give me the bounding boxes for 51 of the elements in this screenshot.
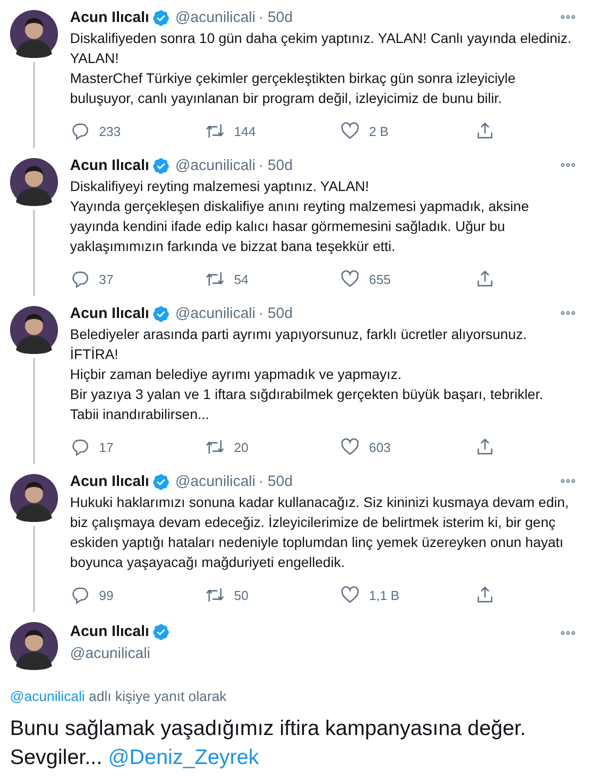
- author-name[interactable]: Acun Ilıcalı: [70, 622, 150, 642]
- like-count: 2 B: [369, 124, 389, 138]
- author-handle[interactable]: @acunilicali: [175, 8, 256, 28]
- share-icon[interactable]: [475, 585, 495, 605]
- reply-icon[interactable]: [70, 437, 90, 457]
- author-handle[interactable]: @acunilicali: [175, 472, 256, 492]
- heart-icon[interactable]: [340, 121, 360, 141]
- tweet-time[interactable]: · 50d: [258, 472, 293, 492]
- share-icon[interactable]: [475, 269, 495, 289]
- tweet-text: Diskalifiyeyi reyting malzemesi yaptınız. YALAN! Yayında gerçekleşen diskalifiye anını reyting malzemesi yapmadık, aksine yayında kendini ifade edip kalıcı hasar görmemesini sağladık. Uğur bu yaklaşımımızın farkında ve bizzat bana teşekkür etti.: [70, 177, 530, 256]
- author-name[interactable]: Acun Ilıcalı: [70, 472, 150, 492]
- reply-count: 17: [99, 440, 114, 454]
- reply-count: 99: [99, 588, 114, 602]
- mention-link[interactable]: @acunilicali: [10, 688, 85, 704]
- author-handle[interactable]: @acunilicali: [175, 156, 256, 176]
- reply-count: 37: [99, 272, 114, 286]
- like-count: 655: [369, 272, 391, 286]
- author-name[interactable]: Acun Ilıcalı: [70, 156, 150, 176]
- author-handle[interactable]: @acunilicali: [70, 644, 547, 664]
- like-count: 1,1 B: [369, 588, 400, 602]
- reply-icon[interactable]: [70, 585, 90, 605]
- reply-context-text: adlı kişiye yanıt olarak: [88, 688, 227, 704]
- reply-count: 233: [99, 124, 121, 138]
- reply-icon[interactable]: [70, 121, 90, 141]
- avatar[interactable]: [10, 10, 58, 58]
- like-count: 603: [369, 440, 391, 454]
- tweet-time[interactable]: · 50d: [258, 156, 293, 176]
- tweet-text: Belediyeler arasında parti ayrımı yapıyorsunuz, farklı ücretler alıyorsunuz. İFTİRA! Hiçbir zaman belediye ayrımı yapmadık ve yapmayız. Bir yazıya 3 yalan ve 1 iftara sığdırabilmek gerçekten büyük başarı, tebrikler. Tabii inandırabilirsen...: [70, 325, 544, 424]
- avatar[interactable]: [10, 158, 58, 206]
- heart-icon[interactable]: [340, 585, 360, 605]
- mention-link[interactable]: @Deniz_Zeyrek: [108, 746, 259, 769]
- author-name[interactable]: Acun Ilıcalı: [70, 304, 150, 324]
- retweet-count: 54: [234, 272, 248, 286]
- avatar[interactable]: [10, 306, 58, 354]
- avatar[interactable]: [10, 622, 58, 670]
- tweet-text: Hukuki haklarımızı sonuna kadar kullanacağız. Siz kininizi kusmaya devam edin, biz çalışmaya devam edeceğiz. İzleyicilerimize de belirtmek isterim ki, bir genç eskiden yaptığı hataları nedeniyle toplumdan linç yemek üzereyken onun hayatı boyunca yaşayacağı mağduriyeti engelledik.: [70, 493, 570, 572]
- share-icon[interactable]: [475, 121, 495, 141]
- tweet-time[interactable]: · 50d: [258, 8, 293, 28]
- share-icon[interactable]: [475, 437, 495, 457]
- tweet-text: Diskalifiyeden sonra 10 gün daha çekim yaptınız. YALAN! Canlı yayında elediniz. YALAN! MasterChef Türkiye çekimler gerçekleştikten birkaç gün sonra izleyiciyle buluşuyor, canlı yayınlanan bir program değil, izleyicimiz de bunu bilir.: [70, 29, 572, 108]
- author-name[interactable]: Acun Ilıcalı: [70, 8, 150, 28]
- tweet-text: Bunu sağlamak yaşadığımız iftira kampanyasına değer. Sevgiler... @Deniz_Zeyrek: [10, 716, 527, 771]
- tweet-time[interactable]: · 50d: [258, 304, 293, 324]
- retweet-count: 50: [234, 588, 248, 602]
- heart-icon[interactable]: [340, 437, 360, 457]
- reply-icon[interactable]: [70, 269, 90, 289]
- retweet-count: 144: [234, 124, 256, 138]
- retweet-count: 20: [234, 440, 248, 454]
- heart-icon[interactable]: [340, 269, 360, 289]
- author-handle[interactable]: @acunilicali: [175, 304, 256, 324]
- avatar[interactable]: [10, 474, 58, 522]
